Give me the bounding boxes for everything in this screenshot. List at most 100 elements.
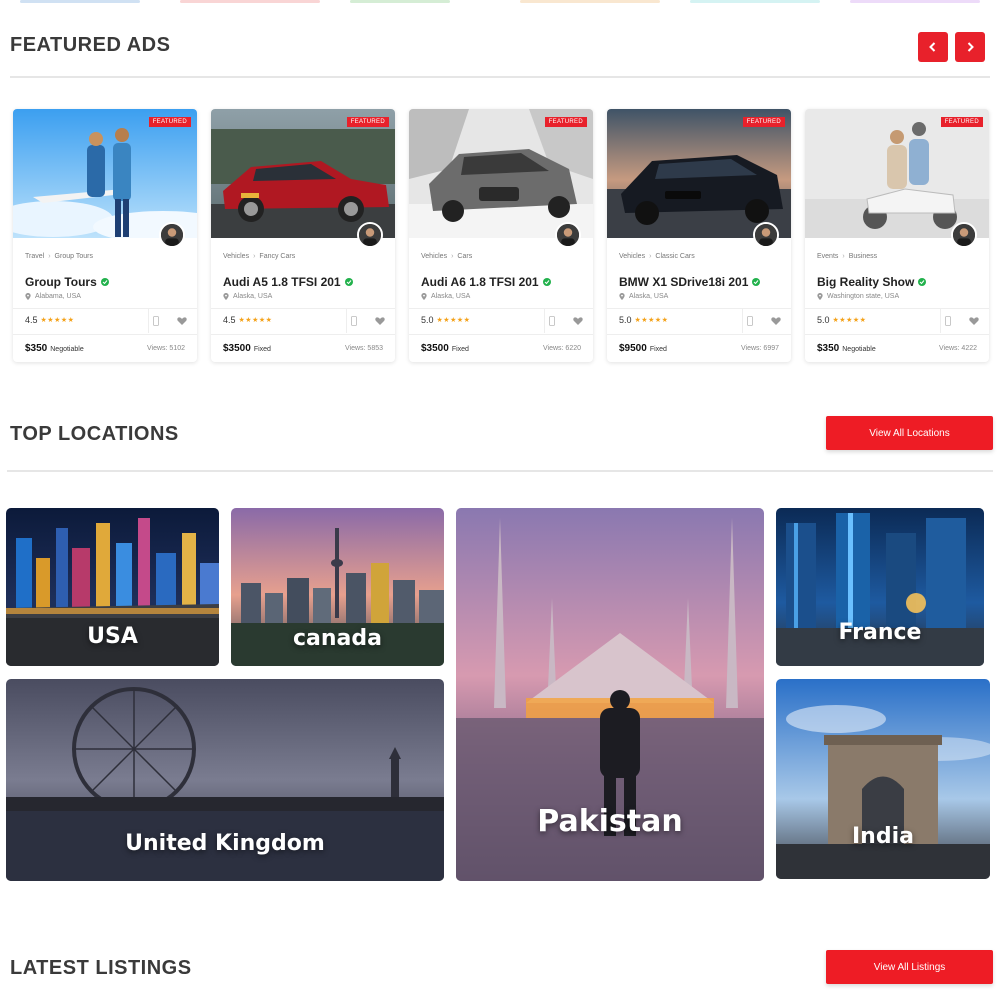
star-icons: ★★★★★	[40, 317, 75, 324]
heart-icon[interactable]	[769, 314, 783, 328]
card-title-row[interactable]: Big Reality Show	[817, 275, 927, 289]
card-location: Alabama, USA	[25, 293, 81, 300]
card-image[interactable]	[607, 109, 791, 238]
card-image[interactable]	[13, 109, 197, 238]
location-text: Alaska, USA	[431, 293, 471, 300]
card-divider	[805, 308, 989, 309]
card-image[interactable]	[211, 109, 395, 238]
verified-icon	[918, 278, 927, 286]
card-title-row[interactable]: Audi A6 1.8 TFSI 201	[421, 275, 551, 289]
location-name: India	[852, 824, 914, 849]
card-actions	[347, 314, 387, 328]
category-link[interactable]: Events	[817, 253, 838, 260]
location-tile-india[interactable]: India	[776, 679, 990, 879]
location-name: canada	[293, 626, 382, 651]
chevron-right-icon: ›	[451, 253, 454, 260]
chevron-right-icon: ›	[253, 253, 256, 260]
phone-icon[interactable]	[347, 314, 361, 328]
card-divider	[409, 334, 593, 335]
card-title[interactable]: Audi A5 1.8 TFSI 201	[223, 275, 341, 289]
view-count: Views: 5102	[146, 345, 185, 352]
card-location: Alaska, USA	[223, 293, 272, 300]
featured-badge: FEATURED	[940, 117, 983, 127]
price-type: Negotiable	[842, 346, 876, 353]
featured-card[interactable]: FEATURED Vehicles › Cars Audi A6 1.8 TFSI …	[409, 109, 593, 362]
card-divider	[211, 308, 395, 309]
card-location: Alaska, USA	[421, 293, 470, 300]
card-title-row[interactable]: Group Tours	[25, 275, 109, 289]
seller-avatar[interactable]	[357, 222, 383, 248]
featured-card[interactable]: FEATURED Travel › Group Tours Group Tours …	[13, 109, 197, 362]
latest-listings-title: LATEST LISTINGS	[10, 957, 192, 979]
map-pin-icon	[619, 293, 625, 300]
verified-icon	[752, 278, 761, 286]
chevron-right-icon	[967, 42, 974, 52]
card-title[interactable]: Big Reality Show	[817, 275, 914, 289]
view-all-listings-button[interactable]: View All Listings	[826, 950, 993, 984]
price-type: Fixed	[451, 346, 469, 353]
location-tile-usa[interactable]: USA	[6, 508, 219, 666]
verified-icon	[542, 278, 551, 286]
view-count: Views: 6997	[740, 345, 779, 352]
view-count: Views: 4222	[938, 345, 977, 352]
heart-icon[interactable]	[175, 314, 189, 328]
seller-avatar[interactable]	[951, 222, 977, 248]
featured-ads-title: FEATURED ADS	[10, 34, 171, 56]
heart-icon[interactable]	[373, 314, 387, 328]
verified-icon	[344, 278, 353, 286]
featured-card[interactable]: FEATURED Vehicles › Classic Cars BMW X1 SD…	[607, 109, 791, 362]
map-pin-icon	[25, 293, 31, 300]
phone-icon[interactable]	[545, 314, 559, 328]
subcategory-link[interactable]: Fancy Cars	[259, 253, 295, 260]
category-link[interactable]: Vehicles	[223, 253, 249, 260]
location-tile-canada[interactable]: canada	[231, 508, 444, 666]
card-image[interactable]	[409, 109, 593, 238]
featured-card[interactable]: FEATURED Vehicles › Fancy Cars Audi A5 1.8…	[211, 109, 395, 362]
rating-value: 4.5	[25, 315, 38, 325]
phone-icon[interactable]	[941, 314, 955, 328]
card-divider	[13, 308, 197, 309]
category-link[interactable]: Travel	[25, 253, 44, 260]
breadcrumb: Vehicles › Cars	[421, 253, 472, 260]
card-title[interactable]: Group Tours	[25, 275, 97, 289]
seller-avatar[interactable]	[159, 222, 185, 248]
card-divider	[409, 308, 593, 309]
verified-icon	[100, 278, 109, 286]
locations-divider	[7, 470, 993, 472]
carousel-prev-button[interactable]	[918, 32, 948, 62]
card-title-row[interactable]: Audi A5 1.8 TFSI 201	[223, 275, 353, 289]
category-link[interactable]: Vehicles	[421, 253, 447, 260]
featured-card[interactable]: FEATURED Events › Business Big Reality Sho…	[805, 109, 989, 362]
card-title[interactable]: BMW X1 SDrive18i 201	[619, 275, 748, 289]
location-tile-united-kingdom[interactable]: United Kingdom	[6, 679, 444, 881]
location-tile-france[interactable]: France	[776, 508, 984, 666]
card-title[interactable]: Audi A6 1.8 TFSI 201	[421, 275, 539, 289]
card-rating: 5.0 ★★★★★	[817, 315, 866, 325]
location-name: France	[838, 620, 922, 645]
card-actions	[743, 314, 783, 328]
card-rating: 5.0 ★★★★★	[619, 315, 668, 325]
subcategory-link[interactable]: Cars	[457, 253, 472, 260]
price-type: Fixed	[649, 346, 667, 353]
view-all-locations-button[interactable]: View All Locations	[826, 416, 993, 450]
heart-icon[interactable]	[967, 314, 981, 328]
subcategory-link[interactable]: Classic Cars	[655, 253, 694, 260]
card-rating: 5.0 ★★★★★	[421, 315, 470, 325]
location-tile-pakistan[interactable]: Pakistan	[456, 508, 764, 881]
seller-avatar[interactable]	[555, 222, 581, 248]
card-title-row[interactable]: BMW X1 SDrive18i 201	[619, 275, 761, 289]
carousel-next-button[interactable]	[955, 32, 985, 62]
card-price: $9500 Fixed	[619, 343, 667, 354]
chevron-left-icon	[929, 42, 936, 52]
chevron-right-icon: ›	[649, 253, 652, 260]
phone-icon[interactable]	[149, 314, 163, 328]
heart-icon[interactable]	[571, 314, 585, 328]
seller-avatar[interactable]	[753, 222, 779, 248]
phone-icon[interactable]	[743, 314, 757, 328]
subcategory-link[interactable]: Group Tours	[55, 253, 93, 260]
location-text: Alaska, USA	[233, 293, 273, 300]
subcategory-link[interactable]: Business	[849, 253, 877, 260]
category-link[interactable]: Vehicles	[619, 253, 645, 260]
location-name: Pakistan	[537, 804, 683, 839]
card-image[interactable]	[805, 109, 989, 238]
